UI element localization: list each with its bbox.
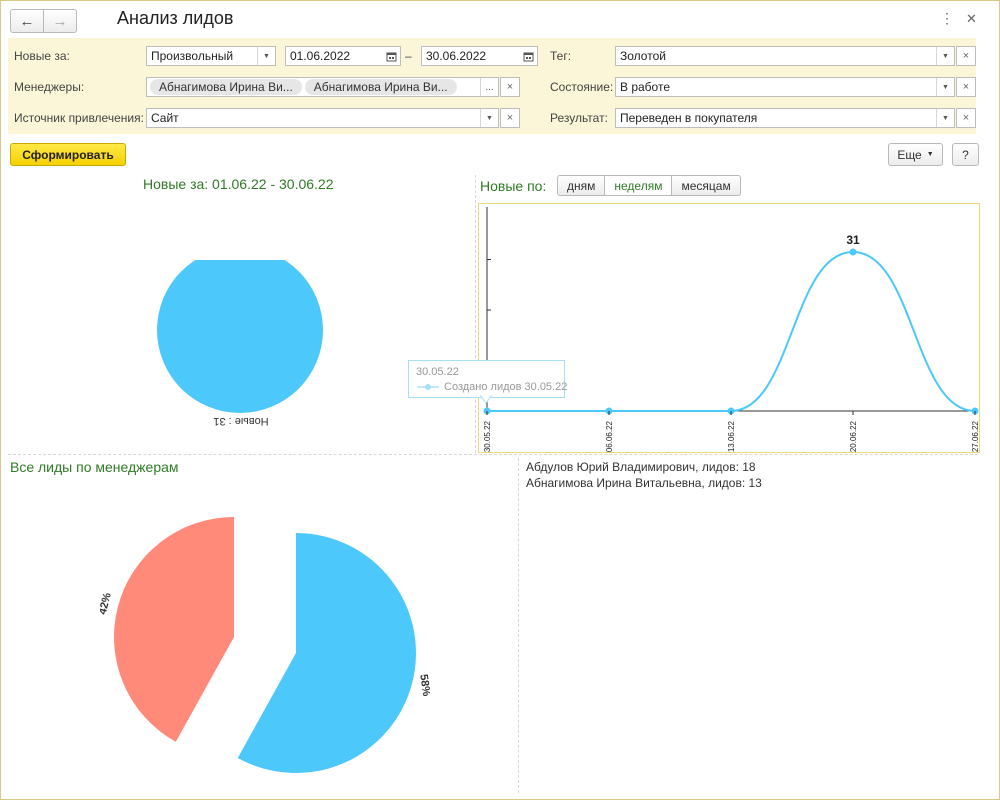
clear-icon[interactable]: ×: [956, 77, 976, 97]
legend-item: Абнагимова Ирина Витальевна, лидов: 13: [526, 476, 762, 490]
date-from-field[interactable]: 01.06.2022: [285, 46, 401, 66]
state-label: Состояние:: [550, 80, 614, 94]
chevron-down-icon: ▼: [926, 151, 934, 158]
section-divider: [475, 175, 476, 453]
source-value: Сайт: [151, 111, 179, 125]
result-select[interactable]: Переведен в покупателя ▼: [615, 108, 955, 128]
period-type-value: Произвольный: [151, 49, 234, 63]
clear-icon[interactable]: ×: [956, 46, 976, 66]
forward-arrow-icon[interactable]: →: [44, 9, 77, 33]
x-tick-label: 30.05.22: [483, 420, 492, 452]
data-label: 31: [846, 233, 860, 247]
clear-icon[interactable]: ×: [500, 77, 520, 97]
dropdown-arrow-icon[interactable]: ▼: [936, 78, 954, 96]
date-to-value: 30.06.2022: [426, 49, 487, 63]
tab-days[interactable]: дням: [557, 175, 606, 196]
tag-label: Тег:: [550, 49, 572, 63]
x-tick-label: 27.06.22: [971, 420, 979, 452]
dropdown-arrow-icon[interactable]: ▼: [936, 47, 954, 65]
source-label: Источник привлечения:: [14, 111, 144, 125]
x-tick-label: 06.06.22: [605, 420, 614, 452]
state-select[interactable]: В работе ▼: [615, 77, 955, 97]
chart-tooltip: 30.05.22 Создано лидов 30.05.22: [408, 360, 568, 398]
dropdown-arrow-icon[interactable]: ▼: [257, 47, 275, 65]
line-chart-title: Новые по:: [480, 178, 547, 194]
period-tabs: дням неделям месяцам: [557, 175, 741, 196]
new-leads-pie-chart: Новые : 31: [157, 260, 323, 427]
help-button[interactable]: ?: [952, 143, 979, 166]
legend-item: Абдулов Юрий Владимирович, лидов: 18: [526, 460, 756, 474]
result-label: Результат:: [550, 111, 608, 125]
result-value: Переведен в покупателя: [620, 111, 758, 125]
clear-icon[interactable]: ×: [956, 108, 976, 128]
nav-buttons: ← →: [10, 9, 77, 33]
line-chart-frame: 30.05.22 06.06.22 13.06.22 20.06.22 31 27.06.…: [478, 203, 980, 453]
section-divider: [518, 458, 519, 793]
close-icon[interactable]: ✕: [966, 11, 977, 27]
tooltip-text: Создано лидов 30.05.22: [444, 381, 568, 393]
pie-slice-label: 58%: [417, 673, 430, 697]
section-divider: [8, 454, 978, 455]
filter-panel: Новые за: Произвольный ▼ 01.06.2022 – 30…: [8, 38, 976, 134]
tooltip-pointer: [479, 395, 493, 404]
pie-slice-new: [157, 260, 323, 413]
x-tick-label: 20.06.22: [849, 420, 858, 452]
more-button[interactable]: Еще ▼: [888, 143, 943, 166]
tooltip-date: 30.05.22: [416, 366, 459, 378]
tag-value: Золотой: [620, 49, 666, 63]
date-dash: –: [405, 49, 412, 63]
date-to-field[interactable]: 30.06.2022: [421, 46, 538, 66]
date-from-value: 01.06.2022: [290, 49, 351, 63]
managers-field[interactable]: Абнагимова Ирина Ви... Абнагимова Ирина …: [146, 77, 499, 97]
managers-pie-chart: 58% 42%: [100, 516, 430, 774]
clear-icon[interactable]: ×: [500, 108, 520, 128]
tooltip-series-marker: [417, 384, 439, 390]
calendar-icon[interactable]: [383, 47, 400, 65]
state-value: В работе: [620, 80, 671, 94]
manager-chip[interactable]: Абнагимова Ирина Ви...: [150, 79, 302, 95]
period-type-select[interactable]: Произвольный ▼: [146, 46, 276, 66]
more-button-label: Еще: [897, 147, 922, 162]
dropdown-arrow-icon[interactable]: ▼: [936, 109, 954, 127]
page-title: Анализ лидов: [117, 8, 234, 28]
pie-slice-label: Новые : 31: [213, 415, 268, 427]
tag-select[interactable]: Золотой ▼: [615, 46, 955, 66]
ellipsis-button[interactable]: ...: [480, 78, 498, 96]
dropdown-arrow-icon[interactable]: ▼: [480, 109, 498, 127]
generate-button[interactable]: Сформировать: [10, 143, 126, 166]
pie-slice-label: 42%: [100, 591, 114, 615]
pie-slice: [114, 516, 235, 742]
line-chart: 30.05.22 06.06.22 13.06.22 20.06.22 31 27.06.…: [483, 207, 980, 452]
tab-months[interactable]: месяцам: [672, 175, 741, 196]
source-select[interactable]: Сайт ▼: [146, 108, 499, 128]
x-tick-label: 13.06.22: [727, 420, 736, 452]
data-point: [849, 248, 857, 256]
managers-pie-title: Все лиды по менеджерам: [10, 459, 179, 475]
managers-label: Менеджеры:: [14, 80, 85, 94]
period-label: Новые за:: [14, 49, 70, 63]
manager-chip[interactable]: Абнагимова Ирина Ви...: [304, 79, 457, 95]
calendar-icon[interactable]: [520, 47, 537, 65]
more-vertical-icon[interactable]: ⋮: [940, 10, 954, 27]
back-arrow-icon[interactable]: ←: [10, 9, 44, 33]
new-leads-pie-title: Новые за: 01.06.22 - 30.06.22: [143, 176, 334, 192]
tab-weeks[interactable]: неделям: [605, 175, 673, 196]
pie-slice: [237, 533, 416, 774]
